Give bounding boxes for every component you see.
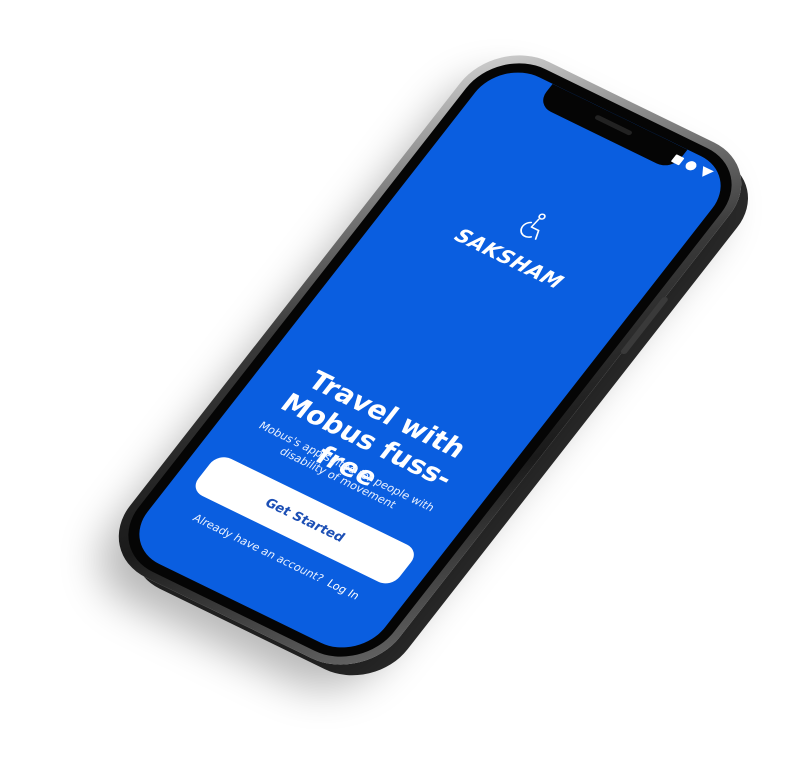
phone-device: SAKSHAM Travel with Mobus fuss-free Mobu… <box>93 36 767 684</box>
brand-block: SAKSHAM <box>383 156 663 327</box>
login-link[interactable]: Log In <box>324 577 362 602</box>
app-name: SAKSHAM <box>449 223 569 294</box>
triangle-down-icon <box>696 166 714 180</box>
circle-icon <box>683 159 699 172</box>
mockup-stage: SAKSHAM Travel with Mobus fuss-free Mobu… <box>0 0 800 775</box>
wheelchair-user-icon <box>520 213 546 240</box>
